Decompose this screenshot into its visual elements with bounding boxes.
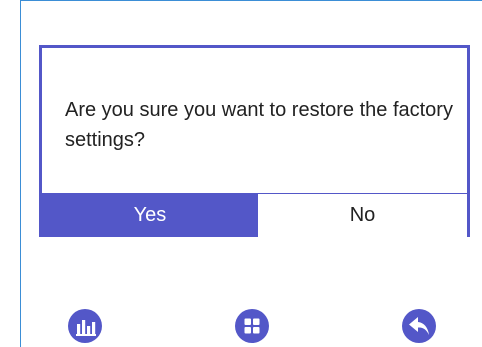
- grid-menu-icon[interactable]: [235, 309, 269, 343]
- no-button[interactable]: No: [258, 194, 467, 237]
- dialog-button-row: Yes No: [42, 193, 467, 237]
- back-arrow-icon[interactable]: [402, 309, 436, 343]
- restore-confirm-dialog: Are you sure you want to restore the fac…: [39, 45, 470, 237]
- dialog-message: Are you sure you want to restore the fac…: [65, 99, 453, 151]
- bar-chart-icon[interactable]: [68, 309, 102, 343]
- yes-button[interactable]: Yes: [42, 194, 258, 237]
